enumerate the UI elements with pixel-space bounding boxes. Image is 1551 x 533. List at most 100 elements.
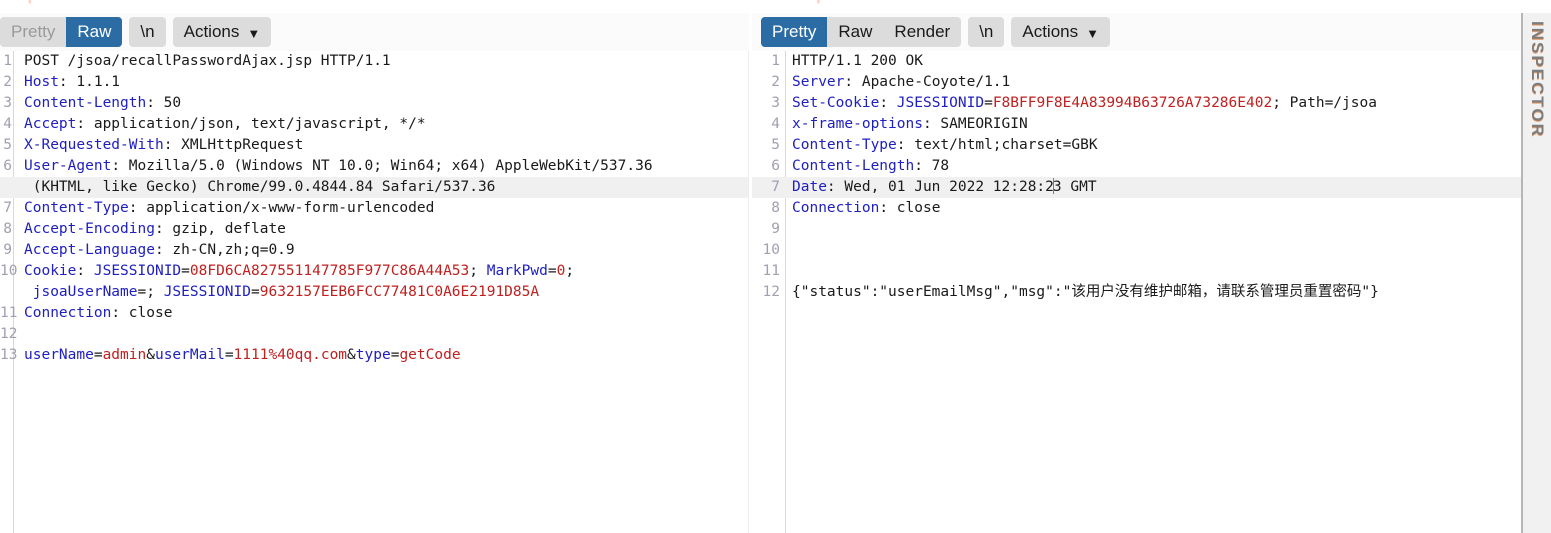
code-text: Accept-Encoding: gzip, deflate — [16, 219, 749, 240]
code-span: & — [146, 347, 155, 363]
code-span: ; Path=/jsoa — [1272, 95, 1377, 111]
code-text: jsoaUserName=; JSESSIONID=9632157EEB6FCC… — [16, 282, 749, 303]
request-actions-group: Actions ▼ — [172, 17, 272, 47]
code-span: Connection — [24, 305, 112, 321]
line-number: 4 — [771, 116, 780, 132]
line-number: 9 — [3, 242, 12, 258]
code-line[interactable]: 8 Connection: close — [752, 198, 1521, 219]
line-number: 8 — [3, 221, 12, 237]
response-raw-button[interactable]: Raw — [827, 17, 883, 47]
code-text: Date: Wed, 01 Jun 2022 12:28:23 GMT — [784, 177, 1521, 198]
code-line[interactable]: 4 Accept: application/json, text/javascri… — [0, 114, 749, 135]
code-line[interactable]: 10 — [752, 240, 1521, 261]
code-span: : close — [879, 200, 941, 216]
code-line[interactable]: 11 — [752, 261, 1521, 282]
code-span: 9632157EEB6FCC77481C0A6E2191D85A — [259, 284, 540, 300]
code-line[interactable]: jsoaUserName=; JSESSIONID=9632157EEB6FCC… — [0, 282, 749, 303]
request-newline-button[interactable]: \n — [129, 17, 165, 47]
code-span: {"status":"userEmailMsg","msg":"该用户没有维护邮… — [792, 284, 1379, 300]
code-line[interactable]: 1 POST /jsoa/recallPasswordAjax.jsp HTTP/… — [0, 51, 749, 72]
line-number: 12 — [752, 282, 784, 303]
code-text: Accept-Language: zh-CN,zh;q=0.9 — [16, 240, 749, 261]
code-span: : — [879, 95, 897, 111]
code-span: (KHTML, like Gecko) Chrome/99.0.4844.84 … — [24, 179, 496, 195]
inspector-rail[interactable]: INSPECTOR — [1521, 13, 1551, 533]
code-line[interactable]: 7 Content-Type: application/x-www-form-ur… — [0, 198, 749, 219]
code-line[interactable]: 3 Content-Length: 50 — [0, 93, 749, 114]
code-span: POST /jsoa/recallPasswordAjax.jsp HTTP/1… — [24, 53, 391, 69]
response-newline-group: \n — [968, 17, 1005, 47]
code-span: Host — [24, 74, 59, 90]
code-line[interactable]: 5 Content-Type: text/html;charset=GBK — [752, 135, 1521, 156]
line-number: 12 — [0, 326, 18, 342]
code-text: userName=admin&userMail=1111%40qq.com&ty… — [16, 345, 749, 366]
code-text: Content-Type: application/x-www-form-url… — [16, 198, 749, 219]
code-text: Set-Cookie: JSESSIONID=F8BFF9F8E4A83994B… — [784, 93, 1521, 114]
code-span: JSESSIONID — [896, 95, 985, 111]
code-span: : application/json, text/javascript, */* — [76, 116, 426, 132]
code-span: : close — [111, 305, 173, 321]
line-number: 11 — [0, 305, 18, 321]
code-span: Accept-Language — [24, 242, 155, 258]
code-line[interactable]: 4 x-frame-options: SAMEORIGIN — [752, 114, 1521, 135]
request-pane-right-edge — [748, 51, 749, 533]
code-span: userName — [24, 347, 94, 363]
code-line[interactable]: 12 {"status":"userEmailMsg","msg":"该用户没有维… — [752, 282, 1521, 303]
code-line[interactable]: 6 Content-Length: 78 — [752, 156, 1521, 177]
inspector-label: INSPECTOR — [1528, 21, 1547, 138]
request-editor[interactable]: 1 POST /jsoa/recallPasswordAjax.jsp HTTP/… — [0, 51, 749, 533]
code-span: Accept-Encoding — [24, 221, 155, 237]
code-span: X-Requested-With — [24, 137, 164, 153]
line-number: 1 — [3, 53, 12, 69]
response-editor[interactable]: 1 HTTP/1.1 200 OK 2 Server: Apache-Coyote/1… — [752, 51, 1521, 533]
response-view-mode-group: Pretty Raw Render — [761, 17, 962, 47]
response-actions-button[interactable]: Actions ▼ — [1011, 17, 1110, 47]
line-number: 2 — [3, 74, 12, 90]
code-span: : 78 — [914, 158, 950, 174]
code-line[interactable]: 11 Connection: close — [0, 303, 749, 324]
code-line[interactable]: (KHTML, like Gecko) Chrome/99.0.4844.84 … — [0, 177, 749, 198]
code-text: X-Requested-With: XMLHttpRequest — [16, 135, 749, 156]
chevron-down-icon: ▼ — [247, 25, 261, 41]
code-line[interactable]: 2 Server: Apache-Coyote/1.1 — [752, 72, 1521, 93]
request-pretty-button[interactable]: Pretty — [0, 17, 66, 47]
code-text: Connection: close — [16, 303, 749, 324]
code-text: POST /jsoa/recallPasswordAjax.jsp HTTP/1… — [16, 51, 749, 72]
code-span: F8BFF9F8E4A83994B63726A73286E402 — [992, 95, 1273, 111]
code-span: 08FD6CA827551147785F977C86A44A53 — [189, 263, 470, 279]
code-span: JSESSIONID — [93, 263, 182, 279]
code-line[interactable]: 12 — [0, 324, 749, 345]
code-line[interactable]: 3 Set-Cookie: JSESSIONID=F8BFF9F8E4A83994… — [752, 93, 1521, 114]
code-span: type — [355, 347, 391, 363]
code-span — [24, 284, 33, 300]
request-raw-button[interactable]: Raw — [66, 17, 123, 47]
code-span: & — [347, 347, 356, 363]
line-number: 13 — [0, 347, 18, 363]
response-render-button[interactable]: Render — [883, 17, 961, 47]
response-actions-group: Actions ▼ — [1011, 17, 1110, 47]
code-line[interactable]: 9 — [752, 219, 1521, 240]
code-text: Accept: application/json, text/javascrip… — [16, 114, 749, 135]
code-line[interactable]: 7 Date: Wed, 01 Jun 2022 12:28:23 GMT — [752, 177, 1521, 198]
line-number: 4 — [3, 116, 12, 132]
response-newline-button[interactable]: \n — [968, 17, 1004, 47]
code-line[interactable]: 9 Accept-Language: zh-CN,zh;q=0.9 — [0, 240, 749, 261]
response-pretty-button[interactable]: Pretty — [761, 17, 828, 47]
code-line[interactable]: 6 User-Agent: Mozilla/5.0 (Windows NT 10.… — [0, 156, 749, 177]
code-line[interactable]: 13 userName=admin&userMail=1111%40qq.com&… — [0, 345, 749, 366]
code-line[interactable]: 1 HTTP/1.1 200 OK — [752, 51, 1521, 72]
request-panel-title: Request — [0, 0, 300, 3]
code-span: Connection — [792, 200, 880, 216]
code-span: getCode — [399, 347, 461, 363]
code-line[interactable]: 2 Host: 1.1.1 — [0, 72, 749, 93]
chevron-down-icon: ▼ — [1086, 25, 1099, 41]
code-line[interactable]: 5 X-Requested-With: XMLHttpRequest — [0, 135, 749, 156]
request-pane: Pretty Raw \n Actions ▼ 1 POST /jsoa/reca… — [0, 13, 749, 533]
request-actions-button[interactable]: Actions ▼ — [173, 17, 272, 47]
line-number: 5 — [771, 137, 780, 153]
code-line[interactable]: 10 Cookie: JSESSIONID=08FD6CA827551147785… — [0, 261, 749, 282]
code-span: : — [76, 263, 94, 279]
response-panel-title-strip: Response — [785, 0, 1085, 13]
code-line[interactable]: 8 Accept-Encoding: gzip, deflate — [0, 219, 749, 240]
code-span: x-frame-options — [792, 116, 923, 132]
